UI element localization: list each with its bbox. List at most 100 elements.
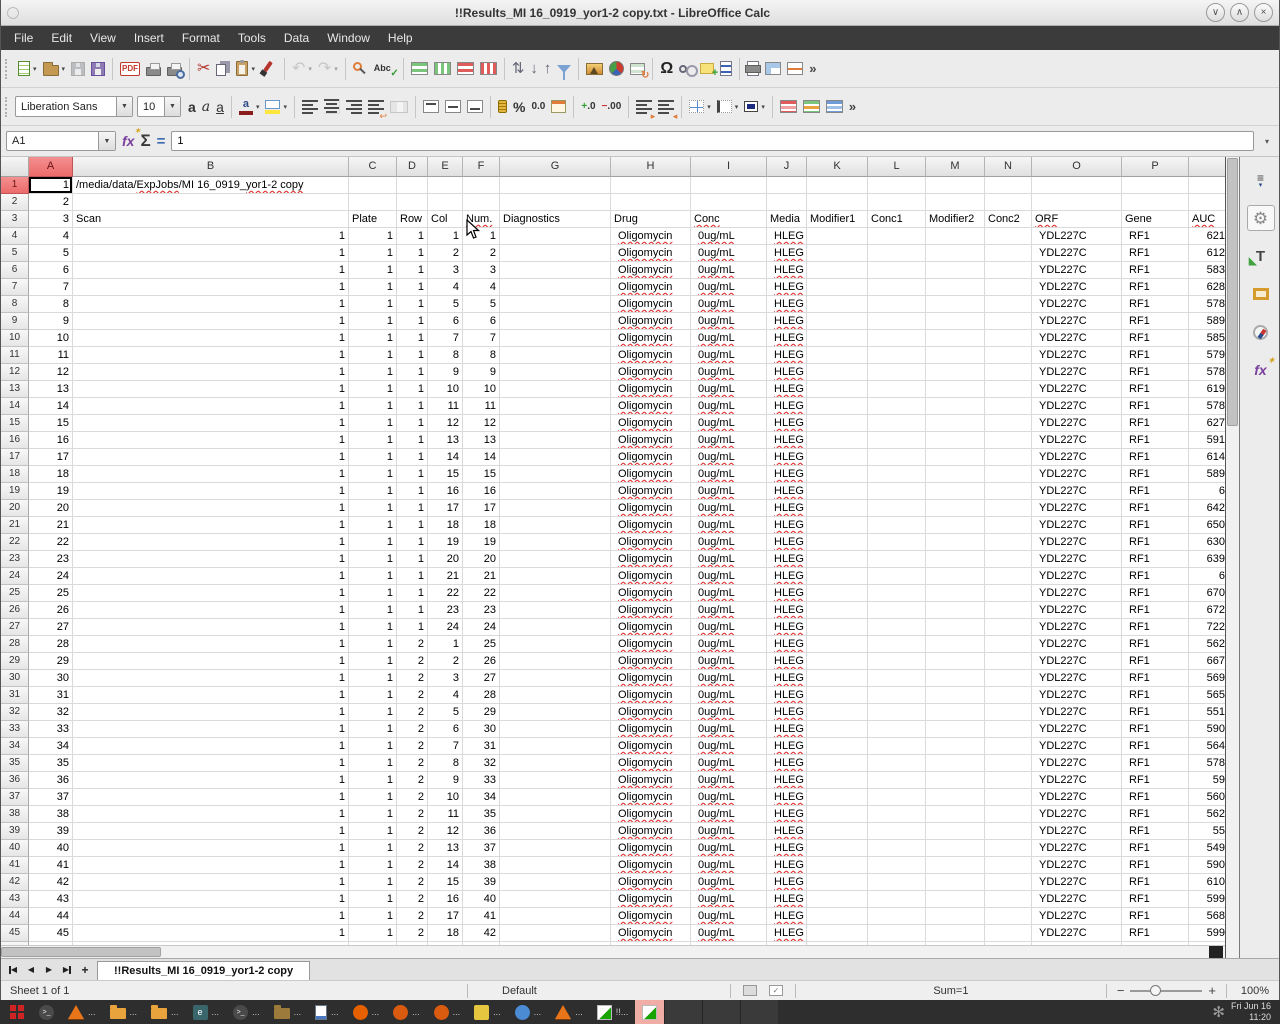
cell[interactable]: 2 — [397, 789, 428, 806]
cell[interactable]: HLEG — [767, 466, 807, 483]
cell[interactable] — [926, 483, 985, 500]
cell[interactable]: Oligomycin — [611, 398, 691, 415]
cell[interactable]: 3 — [428, 262, 463, 279]
cell[interactable]: 33 — [29, 721, 73, 738]
header-cell-gene[interactable]: Gene — [1122, 211, 1189, 228]
cell[interactable] — [985, 772, 1032, 789]
cell[interactable]: 22 — [463, 585, 500, 602]
cell[interactable]: 1 — [349, 330, 397, 347]
taskbar-calc-doc[interactable]: !!... — [590, 1000, 636, 1024]
cell[interactable]: 1 — [349, 262, 397, 279]
cell[interactable]: 36 — [463, 823, 500, 840]
find-replace-button[interactable] — [350, 54, 371, 84]
cell[interactable]: 40 — [29, 840, 73, 857]
cell[interactable]: 1 — [349, 551, 397, 568]
cell[interactable] — [500, 806, 611, 823]
cell[interactable] — [807, 228, 868, 245]
delete-decimal-button[interactable]: −.00 — [599, 92, 625, 122]
new-document-button[interactable]: ▾ — [15, 54, 40, 84]
cell[interactable] — [985, 619, 1032, 636]
cell[interactable] — [985, 500, 1032, 517]
cell[interactable]: 1 — [73, 891, 349, 908]
taskbar-empty-slot-3[interactable] — [740, 1000, 778, 1024]
cell[interactable]: 1 — [73, 823, 349, 840]
cell[interactable] — [868, 466, 926, 483]
cell[interactable]: 5 — [463, 296, 500, 313]
cell[interactable] — [985, 381, 1032, 398]
cell[interactable]: 18 — [29, 466, 73, 483]
row-header-20[interactable]: 20 — [1, 500, 29, 517]
cell[interactable]: 17 — [29, 449, 73, 466]
cell[interactable]: 1 — [73, 432, 349, 449]
cell[interactable]: 0ug/mL — [691, 857, 767, 874]
cell[interactable]: 0ug/mL — [691, 823, 767, 840]
styles-icon[interactable]: T — [1247, 243, 1275, 269]
cell[interactable] — [500, 381, 611, 398]
cell[interactable]: 2 — [463, 245, 500, 262]
cell[interactable] — [397, 194, 428, 211]
cell[interactable]: 12 — [428, 415, 463, 432]
cell[interactable]: 4 — [29, 228, 73, 245]
cell[interactable]: HLEG — [767, 925, 807, 942]
cell[interactable]: 1 — [349, 296, 397, 313]
cell[interactable]: RF1 — [1122, 500, 1189, 517]
cell[interactable] — [807, 636, 868, 653]
cell[interactable]: 1 — [349, 449, 397, 466]
cell[interactable] — [926, 500, 985, 517]
formula-input[interactable]: 1 — [171, 131, 1254, 151]
cell[interactable]: Oligomycin — [611, 721, 691, 738]
name-box[interactable]: A1 ▼ — [6, 131, 116, 151]
cell[interactable] — [807, 704, 868, 721]
column-header-A[interactable]: A — [29, 157, 73, 177]
cell[interactable]: 34 — [29, 738, 73, 755]
cell[interactable] — [926, 194, 985, 211]
cell[interactable]: 39 — [29, 823, 73, 840]
align-left-button[interactable] — [299, 92, 321, 122]
cell[interactable]: 37 — [29, 789, 73, 806]
cell[interactable]: Oligomycin — [611, 228, 691, 245]
cell[interactable]: YDL227C — [1032, 840, 1122, 857]
cell[interactable]: 1 — [397, 568, 428, 585]
cell[interactable]: 0ug/mL — [691, 381, 767, 398]
cell[interactable] — [807, 857, 868, 874]
cell[interactable]: 1 — [349, 228, 397, 245]
cell[interactable] — [767, 194, 807, 211]
cell[interactable]: Oligomycin — [611, 823, 691, 840]
cell[interactable]: 16 — [428, 483, 463, 500]
cell-B1[interactable]: /media/data/ExpJobs/MI 16_0919_yor1-2 co… — [73, 177, 349, 194]
cell[interactable] — [985, 449, 1032, 466]
cell[interactable] — [926, 517, 985, 534]
row-header-6[interactable]: 6 — [1, 262, 29, 279]
increase-indent-button[interactable]: ▸ — [633, 92, 655, 122]
cell[interactable]: 1 — [73, 619, 349, 636]
cell[interactable]: HLEG — [767, 738, 807, 755]
menu-window[interactable]: Window — [318, 26, 379, 50]
column-header-L[interactable]: L — [868, 157, 926, 177]
cell[interactable]: 549 — [1189, 840, 1225, 857]
print-area-button[interactable] — [744, 54, 762, 84]
cell[interactable]: 1 — [397, 432, 428, 449]
cell[interactable] — [985, 245, 1032, 262]
cell[interactable]: Oligomycin — [611, 806, 691, 823]
expand-formula-bar-icon[interactable]: ▾ — [1260, 137, 1274, 146]
column-header-N[interactable]: N — [985, 157, 1032, 177]
cell[interactable] — [926, 755, 985, 772]
cell[interactable]: YDL227C — [1032, 925, 1122, 942]
header-cell-modifier1[interactable]: Modifier1 — [807, 211, 868, 228]
cell[interactable]: Oligomycin — [611, 874, 691, 891]
vertical-scrollbar[interactable] — [1225, 157, 1239, 958]
delete-rows-button[interactable] — [454, 54, 477, 84]
cell[interactable] — [807, 466, 868, 483]
cell[interactable]: 27 — [463, 670, 500, 687]
cell[interactable]: Oligomycin — [611, 279, 691, 296]
cell[interactable]: 599 — [1189, 925, 1225, 942]
cell[interactable] — [985, 704, 1032, 721]
cell[interactable]: 1 — [349, 517, 397, 534]
cell[interactable] — [926, 840, 985, 857]
cell[interactable] — [807, 517, 868, 534]
cell[interactable]: 1 — [73, 313, 349, 330]
toolbar-grip[interactable] — [5, 59, 10, 79]
cell[interactable]: 19 — [428, 534, 463, 551]
cell[interactable]: Oligomycin — [611, 738, 691, 755]
cell[interactable]: 1 — [397, 381, 428, 398]
